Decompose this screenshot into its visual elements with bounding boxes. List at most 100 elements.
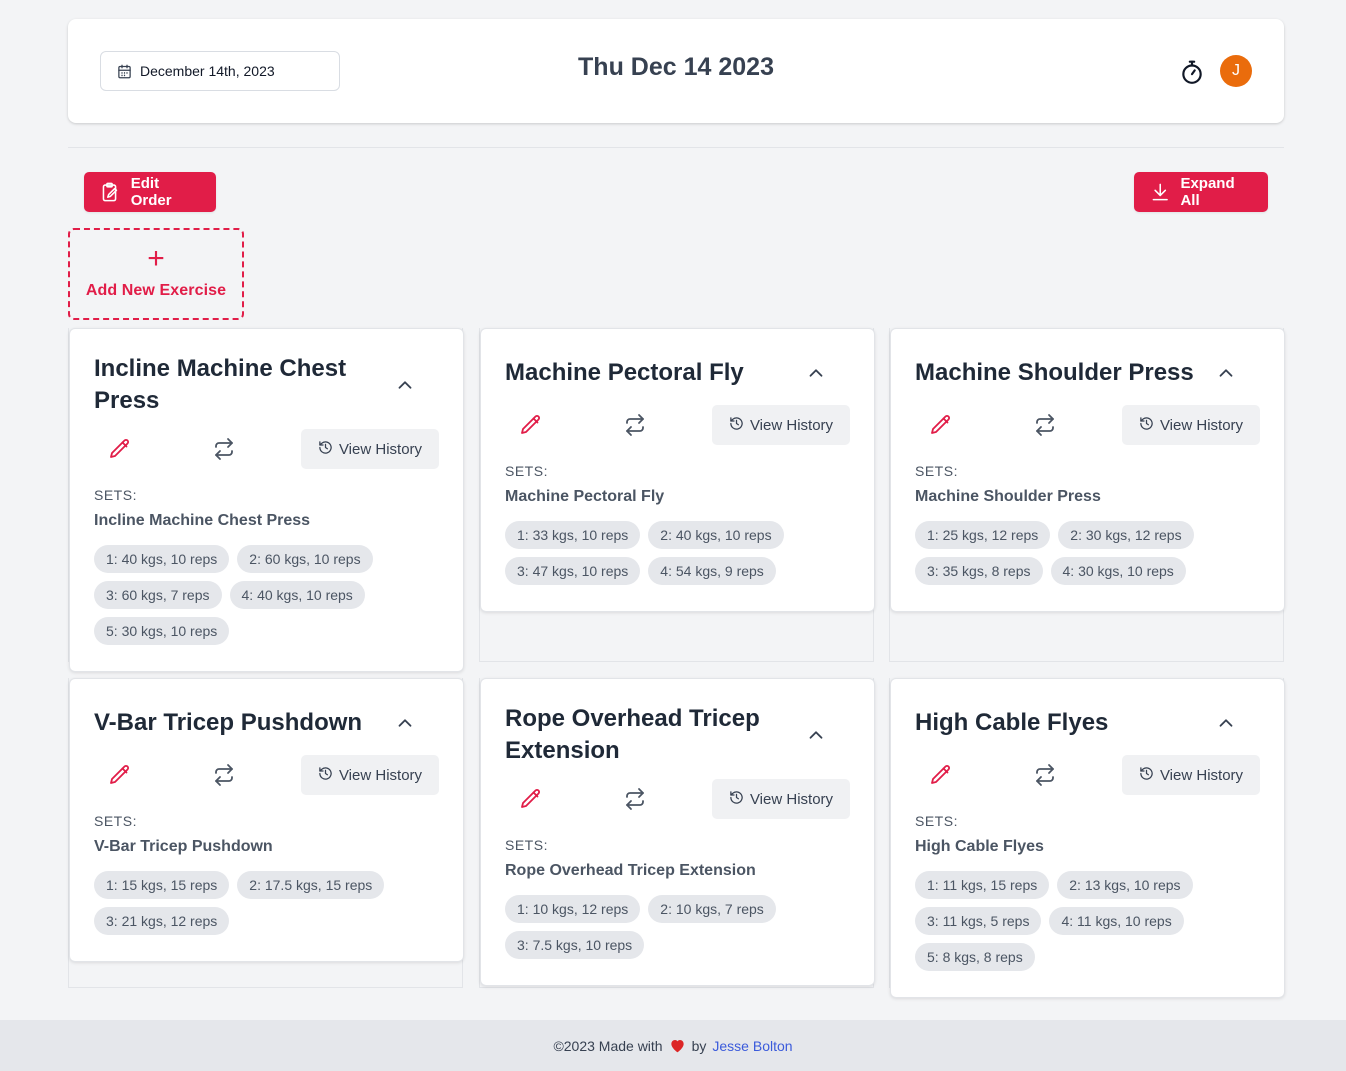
- swap-icon[interactable]: [623, 413, 647, 437]
- exercise-card-slot: Incline Machine Chest Press View History…: [68, 328, 464, 672]
- swap-icon[interactable]: [1033, 763, 1057, 787]
- set-list: 1: 33 kgs, 10 reps 2: 40 kgs, 10 reps 3: 4…: [505, 521, 855, 585]
- set-chip[interactable]: 3: 60 kgs, 7 reps: [94, 581, 222, 609]
- expand-all-button[interactable]: Expand All: [1134, 172, 1268, 212]
- view-history-button[interactable]: View History: [712, 405, 850, 445]
- chevron-up-icon[interactable]: [394, 712, 416, 734]
- author-link[interactable]: Jesse Bolton: [712, 1038, 792, 1054]
- sets-label: SETS:: [505, 463, 548, 479]
- add-new-exercise-label: Add New Exercise: [85, 282, 227, 299]
- heart-icon: [670, 1040, 684, 1053]
- exercise-title: V-Bar Tricep Pushdown: [94, 709, 363, 736]
- set-chip[interactable]: 2: 40 kgs, 10 reps: [648, 521, 784, 549]
- avatar[interactable]: J: [1220, 55, 1252, 87]
- stopwatch-icon[interactable]: [1179, 59, 1205, 85]
- view-history-button[interactable]: View History: [1122, 755, 1260, 795]
- set-chip[interactable]: 3: 35 kgs, 8 reps: [915, 557, 1043, 585]
- exercise-name: V-Bar Tricep Pushdown: [94, 838, 273, 855]
- set-list: 1: 25 kgs, 12 reps 2: 30 kgs, 12 reps 3: 3…: [915, 521, 1265, 585]
- history-icon: [1139, 766, 1154, 785]
- footer: ©2023 Made with by Jesse Bolton: [0, 1020, 1346, 1071]
- set-chip[interactable]: 2: 30 kgs, 12 reps: [1058, 521, 1194, 549]
- view-history-label: View History: [749, 790, 834, 808]
- exercise-card: Machine Pectoral Fly View History SETS: …: [480, 328, 875, 612]
- set-chip[interactable]: 2: 13 kgs, 10 reps: [1057, 871, 1193, 899]
- chevron-up-icon[interactable]: [1215, 712, 1237, 734]
- set-chip[interactable]: 1: 25 kgs, 12 reps: [915, 521, 1051, 549]
- history-icon: [729, 416, 744, 435]
- exercise-title: Machine Shoulder Press: [915, 359, 1194, 386]
- clipboard-edit-icon: [102, 182, 118, 202]
- history-icon: [318, 766, 333, 785]
- exercise-card: Rope Overhead Tricep Extension View Hist…: [480, 678, 875, 986]
- set-chip[interactable]: 1: 10 kgs, 12 reps: [505, 895, 641, 923]
- set-chip[interactable]: 1: 40 kgs, 10 reps: [94, 545, 230, 573]
- set-chip[interactable]: 4: 30 kgs, 10 reps: [1050, 557, 1186, 585]
- chevron-up-icon[interactable]: [805, 362, 827, 384]
- exercise-name: Incline Machine Chest Press: [94, 512, 311, 529]
- add-new-exercise-button[interactable]: + Add New Exercise: [68, 228, 244, 320]
- chevron-up-icon[interactable]: [394, 374, 416, 396]
- view-history-button[interactable]: View History: [301, 429, 439, 469]
- view-history-button[interactable]: View History: [1122, 405, 1260, 445]
- header-bar: December 14th, 2023 Thu Dec 14 2023 J: [68, 19, 1284, 123]
- exercise-title: High Cable Flyes: [915, 709, 1109, 736]
- exercise-title: Incline Machine Chest Press: [94, 355, 347, 414]
- history-icon: [729, 790, 744, 809]
- set-chip[interactable]: 1: 11 kgs, 15 reps: [915, 871, 1050, 899]
- view-history-button[interactable]: View History: [712, 779, 850, 819]
- footer-by: by: [691, 1037, 707, 1054]
- edit-order-label: Edit Order: [130, 175, 172, 209]
- exercise-name: High Cable Flyes: [915, 838, 1044, 855]
- set-chip[interactable]: 1: 33 kgs, 10 reps: [505, 521, 641, 549]
- pencil-icon[interactable]: [108, 763, 132, 787]
- set-chip[interactable]: 4: 40 kgs, 10 reps: [229, 581, 365, 609]
- set-chip[interactable]: 5: 30 kgs, 10 reps: [94, 617, 230, 645]
- footer-text: ©2023 Made with: [553, 1037, 663, 1054]
- divider: [68, 147, 1284, 148]
- swap-icon[interactable]: [212, 763, 236, 787]
- swap-icon[interactable]: [623, 787, 647, 811]
- pencil-icon[interactable]: [929, 763, 953, 787]
- set-chip[interactable]: 4: 54 kgs, 9 reps: [648, 557, 776, 585]
- exercise-name: Machine Shoulder Press: [915, 488, 1101, 505]
- set-chip[interactable]: 2: 60 kgs, 10 reps: [237, 545, 373, 573]
- exercise-title: Rope Overhead Tricep Extension: [505, 705, 760, 764]
- set-chip[interactable]: 3: 11 kgs, 5 reps: [915, 907, 1042, 935]
- set-chip[interactable]: 3: 21 kgs, 12 reps: [94, 907, 230, 935]
- page-title: Thu Dec 14 2023: [578, 53, 774, 81]
- exercise-card-slot: V-Bar Tricep Pushdown View History SETS:…: [68, 678, 464, 988]
- set-list: 1: 15 kgs, 15 reps 2: 17.5 kgs, 15 reps 3:…: [94, 871, 444, 935]
- set-chip[interactable]: 1: 15 kgs, 15 reps: [94, 871, 230, 899]
- set-chip[interactable]: 2: 10 kgs, 7 reps: [648, 895, 776, 923]
- set-list: 1: 11 kgs, 15 reps 2: 13 kgs, 10 reps 3: 1…: [915, 871, 1265, 971]
- exercise-card-slot: Machine Pectoral Fly View History SETS: …: [479, 328, 875, 662]
- view-history-button[interactable]: View History: [301, 755, 439, 795]
- exercise-title: Machine Pectoral Fly: [505, 359, 744, 386]
- set-chip[interactable]: 5: 8 kgs, 8 reps: [915, 943, 1035, 971]
- exercise-name: Machine Pectoral Fly: [505, 488, 665, 505]
- pencil-icon[interactable]: [519, 787, 543, 811]
- swap-icon[interactable]: [212, 437, 236, 461]
- pencil-icon[interactable]: [929, 413, 953, 437]
- set-chip[interactable]: 3: 7.5 kgs, 10 reps: [505, 931, 645, 959]
- chevron-up-icon[interactable]: [805, 724, 827, 746]
- set-chip[interactable]: 3: 47 kgs, 10 reps: [505, 557, 641, 585]
- pencil-icon[interactable]: [519, 413, 543, 437]
- exercise-card-slot: Rope Overhead Tricep Extension View Hist…: [479, 678, 875, 988]
- set-chip[interactable]: 4: 11 kgs, 10 reps: [1049, 907, 1184, 935]
- set-chip[interactable]: 2: 17.5 kgs, 15 reps: [237, 871, 385, 899]
- history-icon: [1139, 416, 1154, 435]
- view-history-label: View History: [338, 440, 423, 458]
- edit-order-button[interactable]: Edit Order: [84, 172, 216, 212]
- sets-label: SETS:: [915, 813, 958, 829]
- pencil-icon[interactable]: [108, 437, 132, 461]
- expand-all-label: Expand All: [1180, 175, 1235, 209]
- sets-label: SETS:: [94, 813, 137, 829]
- chevron-up-icon[interactable]: [1215, 362, 1237, 384]
- swap-icon[interactable]: [1033, 413, 1057, 437]
- download-icon: [1152, 183, 1168, 201]
- view-history-label: View History: [1159, 416, 1244, 434]
- set-list: 1: 40 kgs, 10 reps 2: 60 kgs, 10 reps 3: 6…: [94, 545, 444, 645]
- sets-label: SETS:: [94, 487, 137, 503]
